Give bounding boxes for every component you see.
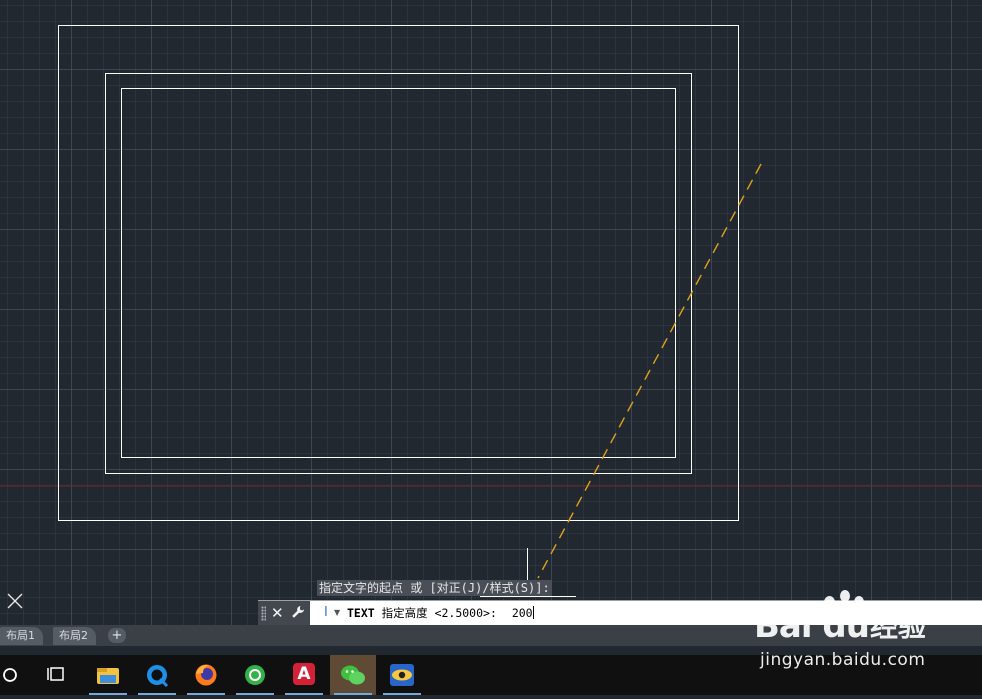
command-line-handle[interactable]: ✕	[258, 601, 310, 626]
tracking-line	[537, 163, 762, 579]
command-name: TEXT	[347, 606, 375, 620]
command-line-text[interactable]: TEXT 指定高度 <2.5000>: 200	[347, 606, 534, 621]
grip-icon[interactable]	[261, 606, 266, 621]
file-explorer-icon[interactable]	[85, 655, 131, 695]
watermark-url: jingyan.baidu.com	[760, 650, 926, 670]
autocad-letter: A	[293, 663, 315, 685]
add-layout-button[interactable]: +	[108, 628, 126, 643]
watermark-logo: Bai du	[754, 606, 870, 646]
close-icon[interactable]: ✕	[271, 603, 284, 623]
paw-toe-icon	[840, 590, 850, 602]
eye-app-icon[interactable]	[379, 655, 425, 695]
chevron-down-icon[interactable]: ▼	[334, 605, 340, 621]
firefox-icon[interactable]	[183, 655, 229, 695]
browser-icon[interactable]	[134, 655, 180, 695]
drawing-svg	[0, 25, 982, 597]
command-input[interactable]: 200	[512, 606, 533, 620]
tab-layout1[interactable]: 布局1	[0, 627, 43, 645]
inner-border-rect[interactable]	[121, 88, 676, 458]
command-message: 指定高度 <2.5000>:	[381, 606, 497, 620]
task-view-icon[interactable]	[34, 655, 80, 695]
ucs-icon	[6, 592, 26, 614]
wechat-icon[interactable]	[330, 655, 376, 695]
command-prompt-hint: 指定文字的起点 或 [对正(J)/样式(S)]:	[317, 580, 552, 596]
watermark: Bai du 经验 jingyan.baidu.com	[752, 588, 977, 673]
autocad-icon[interactable]: A	[281, 655, 327, 695]
drawing-canvas[interactable]	[0, 0, 982, 625]
green-app-icon[interactable]	[232, 655, 278, 695]
cortana-icon[interactable]	[0, 655, 38, 695]
wrench-icon[interactable]	[291, 605, 305, 624]
watermark-title: 经验	[870, 610, 927, 643]
text-caret	[532, 606, 534, 619]
text-cursor-icon[interactable]: I	[324, 604, 328, 622]
middle-border-rect[interactable]	[105, 73, 692, 474]
tab-layout2[interactable]: 布局2	[53, 627, 96, 645]
outer-border-rect[interactable]	[58, 25, 739, 521]
